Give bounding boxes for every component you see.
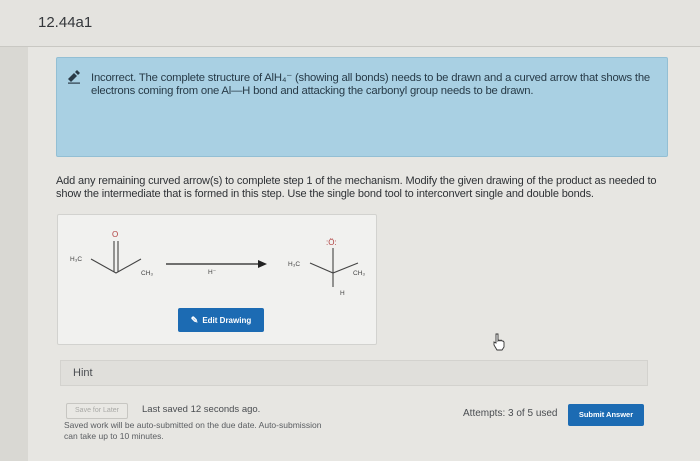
submit-answer-button[interactable]: Submit Answer — [568, 404, 644, 426]
header-bar: 12.44a1 — [0, 0, 700, 47]
edit-drawing-button[interactable]: ✎ Edit Drawing — [178, 308, 264, 332]
reagent-hydride: H⁻ — [208, 269, 217, 276]
product-right-methyl: CH₃ — [353, 270, 365, 277]
hint-label: Hint — [73, 367, 93, 379]
pointer-cursor-icon — [493, 333, 505, 351]
save-for-later-button[interactable]: Save for Later — [66, 403, 128, 419]
page-title: 12.44a1 — [38, 14, 93, 31]
feedback-message: Incorrect. The complete structure of AlH… — [91, 72, 650, 97]
reactant-skeleton — [90, 258, 142, 274]
reactant-right-methyl: CH₃ — [141, 270, 153, 277]
last-saved-status: Last saved 12 seconds ago. — [142, 404, 261, 415]
question-instructions: Add any remaining curved arrow(s) to com… — [56, 175, 657, 200]
drawing-area[interactable]: O H₃C CH₃ H⁻ :Ö: H₃C CH₃ H ✎ Edit Drawing — [57, 214, 377, 345]
edit-drawing-label: Edit Drawing — [202, 316, 252, 325]
pencil-icon: ✎ — [190, 315, 199, 325]
reactant-oxygen: O — [112, 230, 118, 239]
product-hydrogen: H — [340, 290, 345, 297]
attempts-counter: Attempts: 3 of 5 used — [463, 408, 558, 419]
reaction-arrow-head — [258, 260, 267, 268]
product-skeleton — [309, 262, 359, 274]
product-oxygen: :Ö: — [326, 238, 337, 247]
product-left-methyl: H₃C — [288, 261, 300, 268]
reactant-left-methyl: H₃C — [70, 256, 82, 263]
hint-toggle[interactable]: Hint — [60, 360, 648, 386]
autosubmit-notice: Saved work will be auto-submitted on the… — [64, 420, 322, 441]
pencil-note-icon — [68, 70, 80, 84]
feedback-alert: Incorrect. The complete structure of AlH… — [56, 57, 668, 157]
